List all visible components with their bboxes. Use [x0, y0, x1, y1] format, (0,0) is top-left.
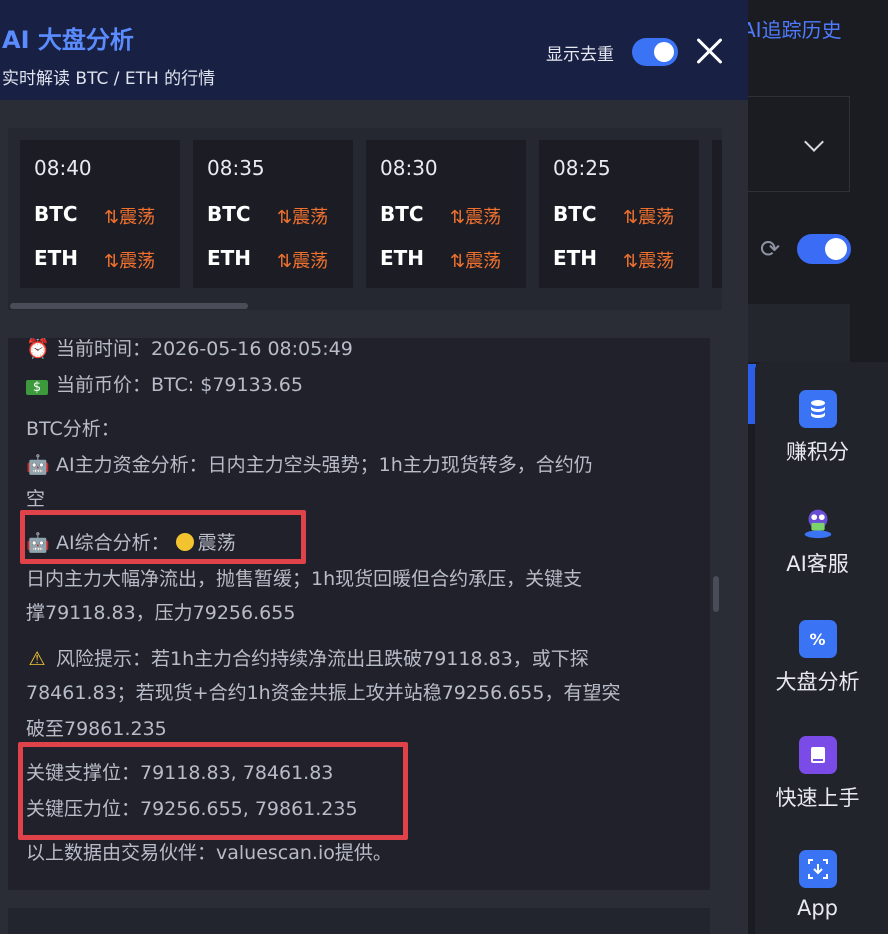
card-state: ⇅震荡: [277, 251, 329, 272]
card-time: 08:35: [207, 156, 265, 180]
card-state: ⇅震荡: [104, 251, 156, 272]
download-app-icon: [798, 850, 837, 888]
coins-icon: [798, 390, 837, 428]
background-select[interactable]: [742, 96, 850, 192]
panel-title: AI 大盘分析: [2, 26, 134, 54]
card-symbol: ETH: [207, 246, 252, 270]
toolbar-ai-service[interactable]: AI客服: [755, 502, 880, 578]
card-state: ⇅震荡: [450, 251, 502, 272]
card-symbol: ETH: [553, 246, 598, 270]
vertical-scrollbar[interactable]: [713, 576, 719, 612]
data-source: 以上数据由交易伙伴：valuescan.io提供。: [26, 842, 392, 864]
card-btc-row: BTC ⇅震荡: [34, 202, 184, 228]
bot-mascot-icon: [799, 502, 837, 540]
card-btc-row: BTC ⇅震荡: [207, 202, 357, 228]
card-state: ⇅震荡: [104, 207, 156, 228]
toolbar-label: 赚积分: [786, 440, 849, 464]
history-card[interactable]: 08:30 BTC ⇅震荡 ETH ⇅震荡: [366, 140, 526, 288]
description-line: 撑79118.83，压力79256.655: [26, 602, 296, 624]
history-card-strip[interactable]: 08:40 BTC ⇅震荡 ETH ⇅震荡 08:35 BTC ⇅震荡 ETH ⇅震荡 …: [8, 128, 722, 310]
card-state: ⇅震荡: [277, 207, 329, 228]
risk-warning-cont: 78461.83；若现货+合约1h资金共振上攻并站稳79256.655，有望突: [26, 682, 621, 704]
card-symbol: BTC: [34, 202, 78, 226]
toolbar-label: App: [796, 896, 839, 920]
card-symbol: BTC: [207, 202, 251, 226]
card-state: ⇅震荡: [623, 251, 675, 272]
toolbar-label: 大盘分析: [775, 670, 860, 694]
chevron-down-icon: [804, 132, 824, 152]
card-btc-row: BTC ⇅震荡: [380, 202, 530, 228]
panel-header: AI 大盘分析 实时解读 BTC / ETH 的行情 显示去重: [0, 0, 748, 100]
highlight-overall: [20, 510, 306, 564]
history-card[interactable]: 08:25 BTC ⇅震荡 ETH ⇅震荡: [539, 140, 699, 288]
history-card-partial[interactable]: [712, 140, 722, 288]
card-symbol: ETH: [380, 246, 425, 270]
toolbar-label: AI客服: [786, 552, 849, 576]
card-eth-row: ETH ⇅震荡: [34, 246, 184, 272]
highlight-levels: [18, 742, 408, 840]
toggle-knob: [654, 42, 674, 62]
toolbar-app[interactable]: App: [755, 850, 880, 920]
side-toolbar: 赚积分 AI客服 % 大盘分析 快速上手 App: [755, 362, 888, 934]
current-price: $ 当前币价：BTC: $79133.65: [26, 370, 303, 397]
card-time: 08:30: [380, 156, 438, 180]
card-eth-row: ETH ⇅震荡: [380, 246, 530, 272]
ai-history-link[interactable]: AI追踪历史: [742, 14, 842, 43]
ai-market-analysis-panel: AI 大盘分析 实时解读 BTC / ETH 的行情 显示去重 08:40 BT…: [0, 0, 748, 934]
card-time: 08:25: [553, 156, 611, 180]
history-card[interactable]: 08:40 BTC ⇅震荡 ETH ⇅震荡: [20, 140, 180, 288]
next-section: [8, 908, 710, 934]
money-icon: $: [26, 380, 48, 395]
fund-analysis: 🤖 AI主力资金分析：日内主力空头强势；1h主力现货转多，合约仍: [26, 450, 593, 477]
panel-subtitle: 实时解读 BTC / ETH 的行情: [2, 69, 216, 89]
card-symbol: BTC: [380, 202, 424, 226]
toggle-knob: [825, 238, 847, 260]
card-eth-row: ETH ⇅震荡: [553, 246, 703, 272]
fund-analysis-text: AI主力资金分析：日内主力空头强势；1h主力现货转多，合约仍: [56, 454, 593, 476]
current-price-text: 当前币价：BTC: $79133.65: [56, 374, 303, 396]
alarm-clock-icon: ⏰: [26, 338, 50, 360]
refresh-icon[interactable]: ⟳: [760, 236, 786, 262]
background-toggle[interactable]: [797, 234, 851, 264]
percent-grid-icon: %: [798, 620, 837, 658]
btc-heading: BTC分析：: [26, 418, 120, 440]
risk-text: 风险提示：若1h主力合约持续净流出且跌破79118.83，或下探: [56, 648, 589, 670]
card-state: ⇅震荡: [450, 207, 502, 228]
card-symbol: ETH: [34, 246, 79, 270]
toolbar-earn-points[interactable]: 赚积分: [755, 390, 880, 466]
card-btc-row: BTC ⇅震荡: [553, 202, 703, 228]
toolbar-label: 快速上手: [775, 786, 860, 810]
book-icon: [798, 736, 837, 774]
background-bar: [742, 304, 850, 362]
current-time: ⏰ 当前时间：2026-05-16 08:05:49: [26, 338, 353, 361]
close-icon[interactable]: [694, 36, 724, 66]
history-card[interactable]: 08:35 BTC ⇅震荡 ETH ⇅震荡: [193, 140, 353, 288]
risk-warning-cont: 破至79861.235: [26, 718, 167, 740]
robot-icon: 🤖: [26, 454, 50, 476]
description-line: 日内主力大幅净流出，抛售暂缓；1h现货回暖但合约承压，关键支: [26, 568, 583, 590]
card-eth-row: ETH ⇅震荡: [207, 246, 357, 272]
warning-icon: ⚠: [28, 648, 46, 670]
card-state: ⇅震荡: [623, 207, 675, 228]
dedup-label: 显示去重: [546, 45, 614, 65]
dedup-toggle[interactable]: [632, 38, 678, 66]
current-time-text: 当前时间：2026-05-16 08:05:49: [56, 338, 353, 360]
toolbar-market-analysis[interactable]: % 大盘分析: [755, 620, 880, 696]
fund-analysis-cont: 空: [26, 488, 46, 510]
horizontal-scrollbar[interactable]: [10, 303, 248, 309]
risk-warning: ⚠ 风险提示：若1h主力合约持续净流出且跌破79118.83，或下探: [26, 644, 589, 671]
toolbar-quick-start[interactable]: 快速上手: [755, 736, 880, 812]
card-symbol: BTC: [553, 202, 597, 226]
card-time: 08:40: [34, 156, 92, 180]
